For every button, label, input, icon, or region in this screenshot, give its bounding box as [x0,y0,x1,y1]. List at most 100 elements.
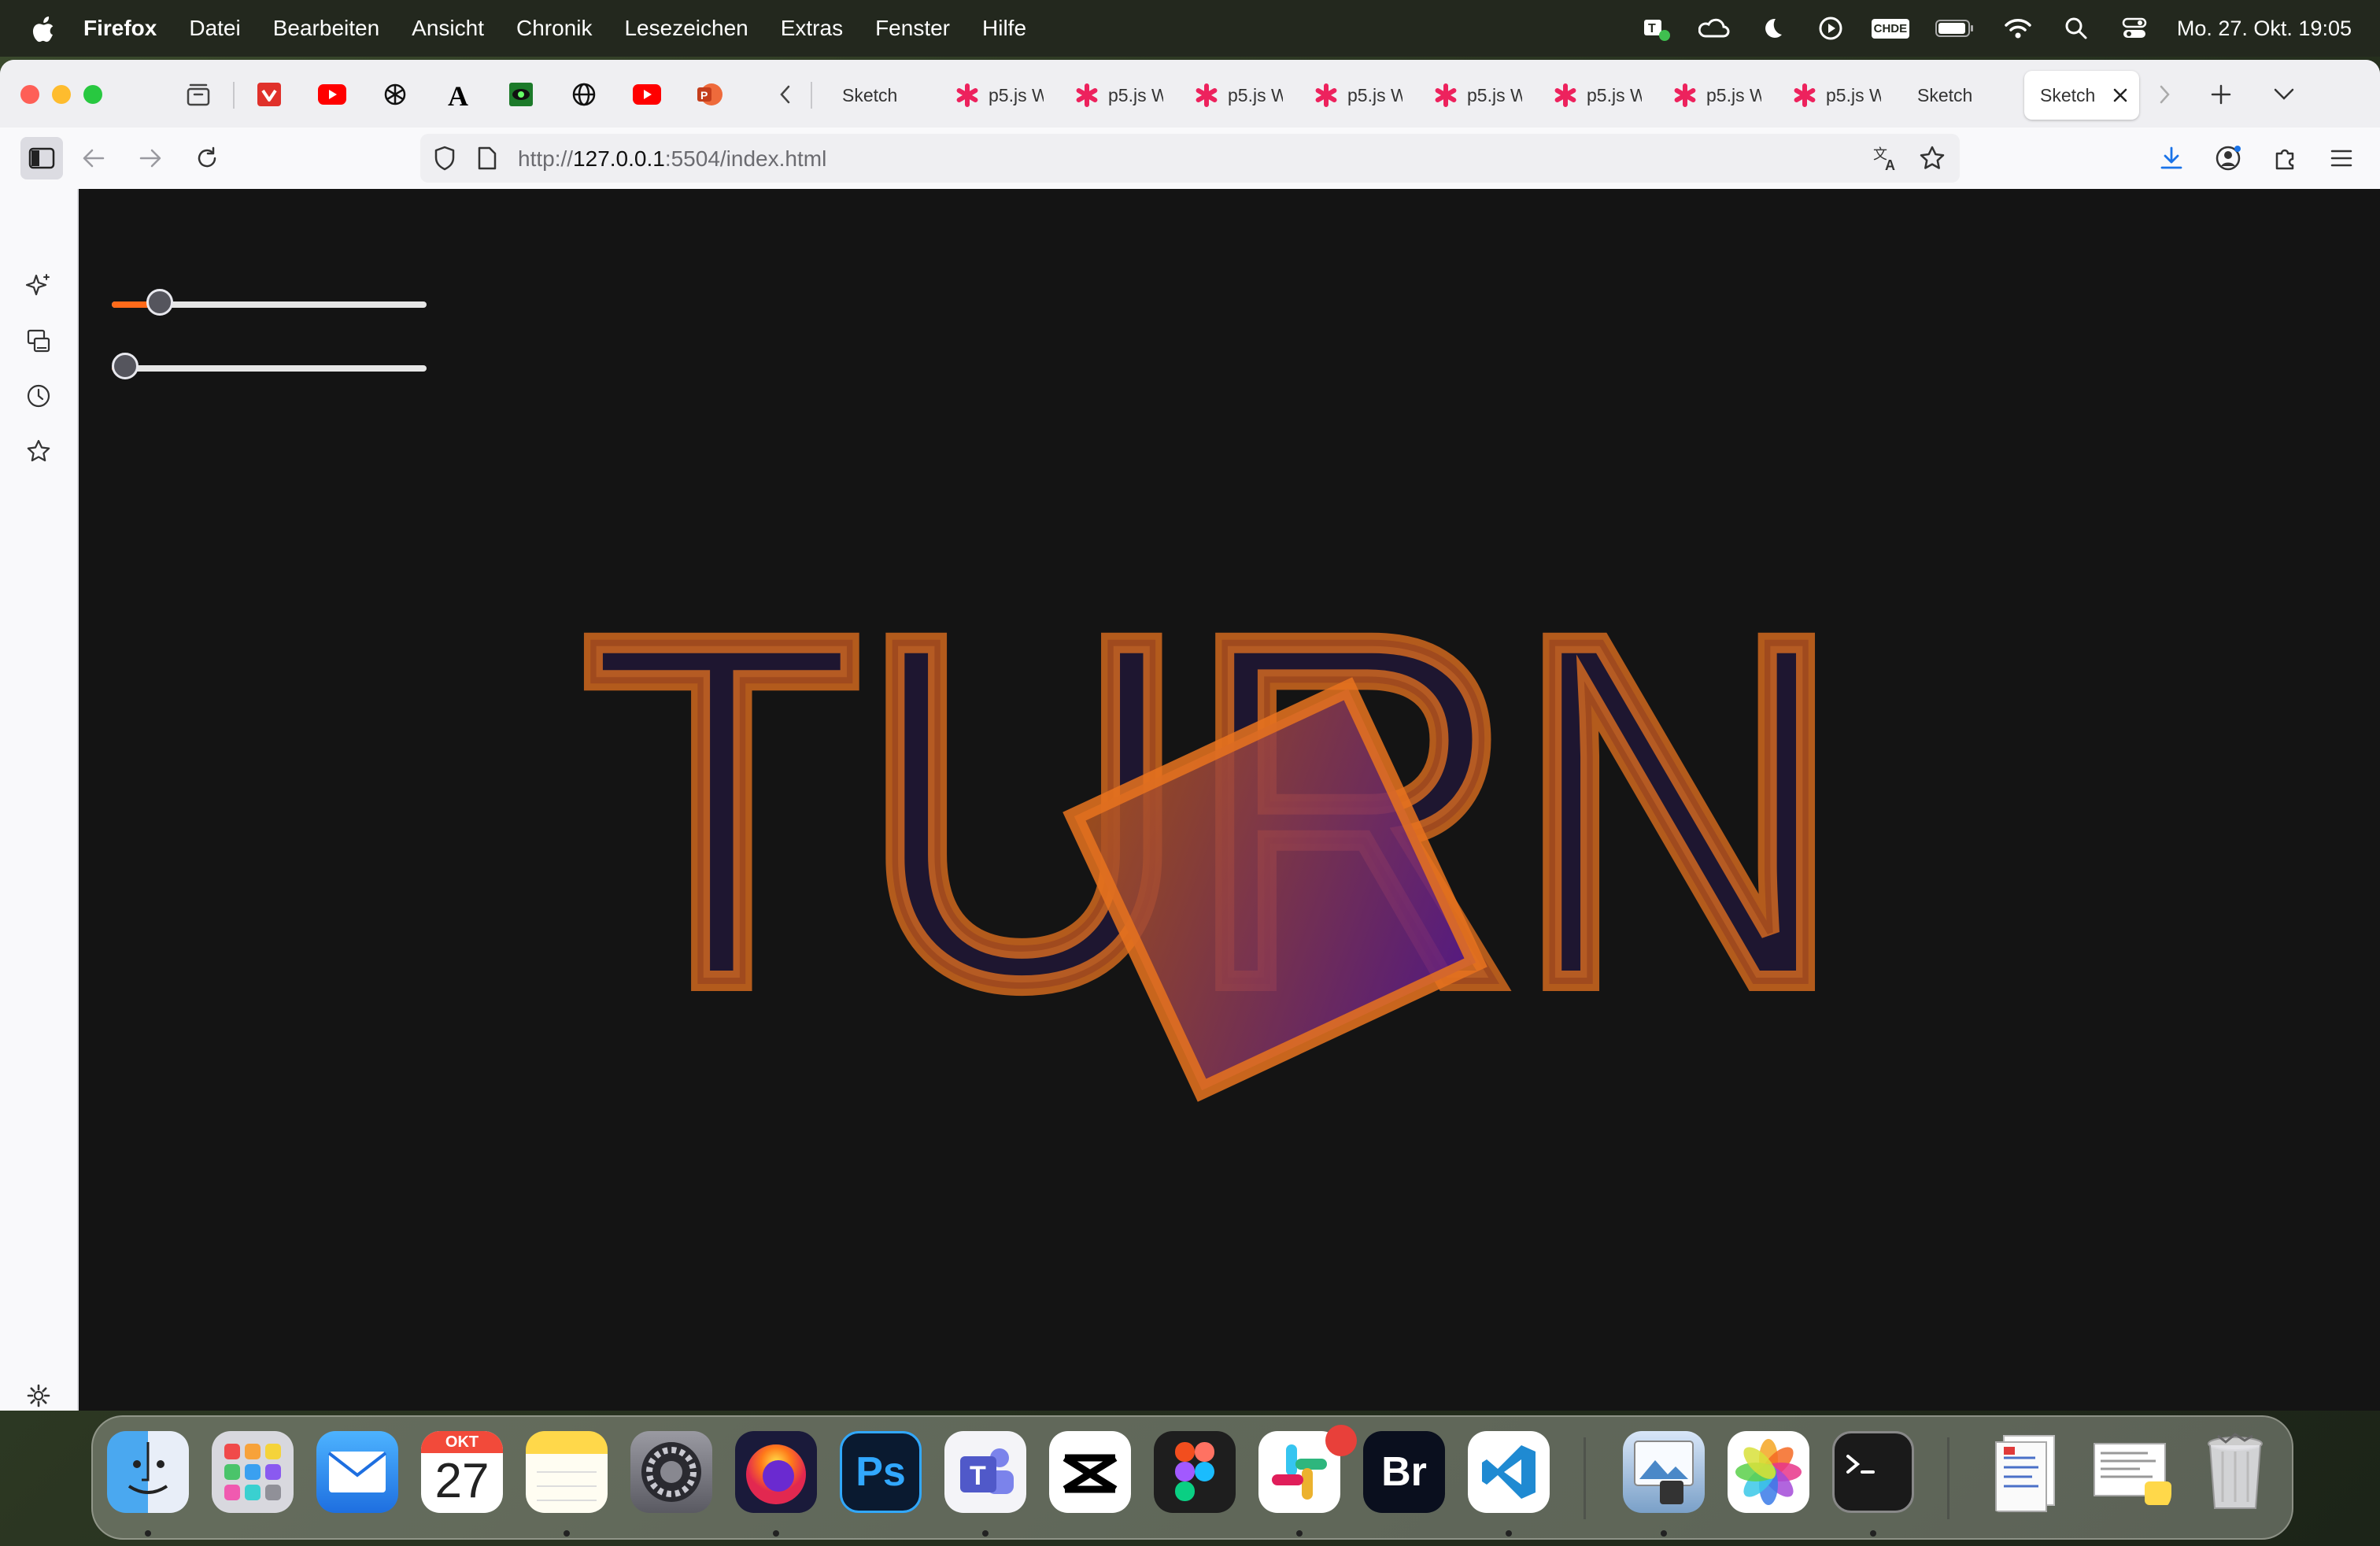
menu-bearbeiten[interactable]: Bearbeiten [273,16,379,41]
sidebar-settings-gear-icon[interactable] [20,1378,57,1411]
openai-icon[interactable] [378,77,412,112]
powerpoint-icon[interactable]: P [693,77,727,112]
running-indicator-dot [1661,1530,1667,1537]
system-settings-icon[interactable] [630,1431,712,1513]
vivaldi-icon[interactable] [252,77,286,112]
tab-sketch[interactable]: Sketch [1894,71,2010,120]
eye-app-icon[interactable] [504,77,538,112]
apple-menu-icon[interactable] [28,13,60,44]
synced-tabs-icon[interactable] [20,323,57,359]
window-zoom-button[interactable] [83,85,102,104]
tab-label: p5.js W [1826,84,1881,105]
focus-moon-icon[interactable] [1757,13,1788,44]
capcut-icon[interactable] [1049,1431,1131,1513]
vscode-icon[interactable] [1468,1431,1550,1513]
creative-cloud-icon[interactable] [1698,13,1730,44]
youtube-icon[interactable] [630,77,664,112]
back-arrow-icon[interactable] [76,140,112,176]
notes-icon[interactable] [526,1431,608,1513]
tabs-scroll-right-icon[interactable] [2147,77,2182,112]
launchpad-icon[interactable] [212,1431,294,1513]
menu-fenster[interactable]: Fenster [875,16,950,41]
sketch-artwork: TURN TURN [573,527,1853,1102]
tab-p5js[interactable]: p5.js W [1185,71,1302,120]
teams-status-icon[interactable]: T [1640,13,1672,44]
forward-arrow-icon[interactable] [132,140,168,176]
tab-p5js[interactable]: p5.js W [1066,71,1182,120]
photos-icon[interactable] [1728,1431,1809,1513]
tracking-shield-icon[interactable] [431,145,458,172]
battery-icon[interactable] [1935,13,1975,44]
play-icon[interactable] [1815,13,1846,44]
sidebar-toggle-icon[interactable] [20,137,63,179]
preview-icon[interactable] [1623,1431,1705,1513]
url-bar[interactable]: http://127.0.0.1:5504/index.html 文A [420,134,1960,183]
page-info-icon[interactable] [474,145,501,172]
tab-sketch-active[interactable]: Sketch [2024,71,2139,120]
teams-icon[interactable]: T [944,1431,1026,1513]
menu-lesezeichen[interactable]: Lesezeichen [624,16,748,41]
menu-chronik[interactable]: Chronik [516,16,592,41]
terminal-icon[interactable] [1832,1431,1914,1513]
ai-chatbot-sparkle-icon[interactable] [20,268,57,304]
tab-p5js[interactable]: p5.js W [1425,71,1541,120]
url-text: http://127.0.0.1:5504/index.html [518,146,826,172]
translate-icon[interactable]: 文A [1872,143,1901,173]
menu-hilfe[interactable]: Hilfe [982,16,1026,41]
running-indicator-dot [1296,1530,1303,1537]
list-all-tabs-chevron-down-icon[interactable] [2267,77,2301,112]
menu-bar-clock[interactable]: Mo. 27. Okt. 19:05 [2177,17,2352,41]
tabs-scroll-left-icon[interactable] [768,77,803,112]
calendar-icon[interactable]: OKT 27 [421,1431,503,1513]
keyboard-badge-text: CHDE [1871,18,1910,39]
tab-p5js[interactable]: p5.js W [946,71,1062,120]
tab-sketch[interactable]: Sketch [819,71,935,120]
youtube-icon[interactable] [315,77,349,112]
photoshop-icon[interactable]: Ps [840,1431,922,1513]
figma-icon[interactable] [1154,1431,1236,1513]
p5js-asterisk-icon [1554,83,1577,107]
hamburger-menu-icon[interactable] [2323,140,2360,176]
documents-stack-icon[interactable] [1985,1431,2067,1513]
dock-divider [1584,1437,1586,1519]
tab-p5js[interactable]: p5.js W [1664,71,1780,120]
menu-datei[interactable]: Datei [189,16,240,41]
menu-app-name[interactable]: Firefox [83,16,157,41]
tab-p5js[interactable]: p5.js W [1544,71,1661,120]
keyboard-layout-chde-icon[interactable]: CHDE [1871,13,1910,44]
window-close-button[interactable] [20,85,39,104]
trash-icon[interactable] [2194,1431,2276,1513]
reload-icon[interactable] [189,140,225,176]
web-content-canvas[interactable]: TURN TURN [79,189,2380,1411]
menu-ansicht[interactable]: Ansicht [412,16,484,41]
extensions-puzzle-icon[interactable] [2267,140,2303,176]
bridge-icon[interactable]: Br [1363,1431,1445,1513]
font-a-icon[interactable]: A [441,77,475,112]
tab-close-icon[interactable] [2111,86,2130,105]
wifi-icon[interactable] [2002,13,2034,44]
tab-p5js[interactable]: p5.js W [1783,71,1900,120]
downloads-icon[interactable] [2153,140,2190,176]
globe-icon[interactable] [567,77,601,112]
mail-icon[interactable] [316,1431,398,1513]
menu-extras[interactable]: Extras [781,16,843,41]
spotlight-search-icon[interactable] [2060,13,2092,44]
window-minimize-button[interactable] [52,85,71,104]
svg-text:A: A [448,81,468,108]
downloads-stack-icon[interactable] [2090,1431,2171,1513]
new-tab-plus-icon[interactable] [2204,77,2238,112]
tab-overview-icon[interactable] [181,77,216,112]
running-indicator-dot [1506,1530,1512,1537]
tab-label: Sketch [2040,84,2096,105]
control-center-icon[interactable] [2119,13,2150,44]
bookmarks-star-icon[interactable] [20,433,57,469]
sidebar [0,189,79,1411]
account-icon[interactable] [2210,140,2246,176]
history-clock-icon[interactable] [20,378,57,414]
slack-notification-badge [1325,1425,1357,1456]
finder-icon[interactable] [107,1431,189,1513]
tab-p5js[interactable]: p5.js W [1305,71,1421,120]
bookmark-star-icon[interactable] [1917,143,1947,173]
firefox-icon[interactable] [735,1431,817,1513]
dock-divider [1947,1437,1949,1519]
